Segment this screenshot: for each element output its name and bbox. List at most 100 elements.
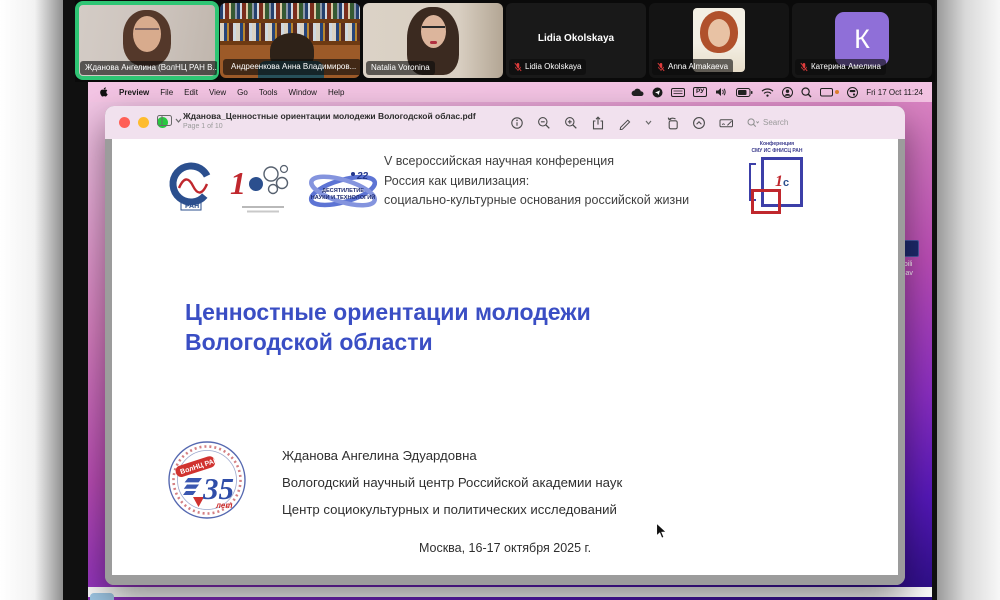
preview-toolbar: Search [510, 106, 788, 139]
menu-go[interactable]: Go [237, 88, 248, 97]
slide-title: Ценностные ориентации молодежи Вологодск… [185, 297, 591, 357]
svg-text:1: 1 [230, 165, 246, 201]
messenger-circle-icon[interactable] [652, 87, 663, 98]
keyboard-icon[interactable] [671, 88, 685, 97]
participant-name-badge: Natalia Voronina [366, 61, 435, 75]
shared-screen: Preview File Edit View Go Tools Window H… [88, 82, 932, 600]
battery-icon[interactable] [736, 88, 753, 97]
markup-dropdown-chevron[interactable] [645, 120, 652, 125]
display-status-dot [835, 90, 839, 94]
participants-strip: Жданова Ангелина (ВолНЦ РАН В... Андреен… [75, 0, 935, 82]
pdf-viewer-area[interactable]: РАН 1 [105, 139, 905, 585]
menu-help[interactable]: Help [328, 88, 344, 97]
participant-name-badge: Anna Almakaeva [652, 59, 733, 75]
bookshelf-detail [220, 3, 360, 19]
corner-caption: СМУ ИС ФНИСЦ РАН [735, 148, 819, 155]
menu-file[interactable]: File [160, 88, 173, 97]
conference-line: социально-культурные основания российско… [384, 191, 689, 211]
menu-window[interactable]: Window [289, 88, 317, 97]
onedrive-cloud-icon[interactable] [631, 88, 644, 97]
markup-button[interactable] [618, 116, 632, 130]
participant-name: Anna Almakaeva [668, 63, 728, 71]
svg-text:ДЕСЯТИЛЕТИЕ: ДЕСЯТИЛЕТИЕ [322, 188, 364, 194]
conference-line: Россия как цивилизация: [384, 172, 689, 192]
annotate-circle-button[interactable] [692, 116, 706, 130]
slide-date: Москва, 16-17 октября 2025 г. [112, 541, 898, 555]
glasses-detail [422, 26, 445, 34]
corner-logo-red-square [751, 189, 781, 214]
participant-name: Lidia Okolskaya [525, 63, 581, 71]
muted-mic-icon [514, 62, 522, 72]
participant-name: Андреенкова Анна Владимиров... [231, 63, 356, 71]
author-block: Жданова Ангелина Эдуардовна Вологодский … [282, 442, 622, 523]
page-indicator: Page 1 of 10 [183, 123, 476, 130]
chevron-down-icon [175, 118, 182, 123]
participant-tile-amelina[interactable]: К Катерина Амелина [792, 3, 932, 78]
fnisc-ran-logo: РАН [165, 158, 221, 216]
participant-tile-almakaeva[interactable]: Anna Almakaeva [649, 3, 789, 78]
svg-text:лет: лет [215, 501, 232, 510]
participant-tile-andreenkova[interactable]: Андреенкова Анна Владимиров... [220, 3, 360, 78]
control-center-icon[interactable] [847, 87, 858, 98]
share-button[interactable] [591, 116, 605, 130]
participant-tile-zhdanova[interactable]: Жданова Ангелина (ВолНЦ РАН В... [77, 3, 217, 78]
avatar-face [708, 19, 730, 47]
document-title-block: Жданова_Ценностные ориентации молодежи В… [183, 111, 476, 130]
spotlight-search-icon[interactable] [801, 87, 812, 98]
wifi-icon[interactable] [761, 88, 774, 97]
search-icon [747, 117, 759, 129]
menubar-clock[interactable]: Fri 17 Oct 11:24 [866, 88, 923, 97]
slide-title-line1: Ценностные ориентации молодежи [185, 297, 591, 327]
participant-center-name: Lidia Okolskaya [506, 33, 646, 44]
info-button[interactable] [510, 116, 524, 130]
account-icon[interactable] [782, 87, 793, 98]
participant-name-badge: Андреенкова Анна Владимиров... [223, 59, 360, 75]
display-icon[interactable] [820, 88, 833, 97]
lips-detail [430, 41, 437, 44]
glasses-detail [135, 28, 159, 35]
form-fill-button[interactable] [719, 116, 734, 130]
preview-window: Жданова_Ценностные ориентации молодежи В… [105, 106, 905, 585]
participant-tile-voronina[interactable]: Natalia Voronina [363, 3, 503, 78]
menubar-app-name[interactable]: Preview [119, 88, 149, 97]
zoom-out-button[interactable] [537, 116, 551, 130]
volume-icon[interactable] [715, 87, 728, 97]
menu-tools[interactable]: Tools [259, 88, 278, 97]
svg-text:22: 22 [356, 171, 369, 182]
close-button[interactable] [119, 117, 130, 128]
screenshot-root: Жданова Ангелина (ВолНЦ РАН В... Андреен… [0, 0, 1000, 600]
svg-text:РАН: РАН [185, 203, 199, 210]
background-window-left [0, 0, 63, 600]
svg-text:НАУКИ И ТЕХНОЛОГИЙ: НАУКИ И ТЕХНОЛОГИЙ [311, 193, 376, 201]
decade-science-logo: 22 ДЕСЯТИЛЕТИЕ НАУКИ И ТЕХНОЛОГИЙ [306, 166, 380, 216]
onec-letter: с [783, 177, 789, 189]
slide-title-line2: Вологодской области [185, 327, 591, 357]
macos-menubar: Preview File Edit View Go Tools Window H… [88, 82, 932, 102]
author-name: Жданова Ангелина Эдуардовна [282, 442, 622, 469]
participant-name-badge: Lidia Okolskaya [509, 59, 586, 75]
participant-name: Natalia Voronina [371, 64, 430, 72]
conference-header: V всероссийская научная конференция Росс… [384, 152, 689, 211]
input-language-badge[interactable]: РУ [693, 87, 707, 98]
zoom-in-button[interactable] [564, 116, 578, 130]
dock-peek-tab[interactable] [90, 593, 114, 600]
pdf-page: РАН 1 [112, 139, 898, 575]
sidebar-icon [157, 115, 172, 126]
search-field[interactable]: Search [747, 117, 788, 129]
participant-tile-okolskaya[interactable]: Lidia Okolskaya Lidia Okolskaya [506, 3, 646, 78]
avatar-initial: К [835, 12, 889, 66]
menu-view[interactable]: View [209, 88, 226, 97]
smu-1c-gears-logo: 1 [230, 156, 296, 216]
sidebar-toggle[interactable] [157, 115, 182, 126]
menu-edit[interactable]: Edit [184, 88, 198, 97]
muted-mic-icon [800, 62, 808, 72]
participant-name-badge: Катерина Амелина [795, 59, 886, 75]
participant-name-badge: Жданова Ангелина (ВолНЦ РАН В... [80, 61, 217, 75]
conference-line: V всероссийская научная конференция [384, 152, 689, 172]
document-title: Жданова_Ценностные ориентации молодежи В… [183, 111, 476, 121]
rotate-button[interactable] [665, 116, 679, 130]
corner-logo-squares: 1с [749, 157, 805, 215]
apple-menu-icon[interactable] [99, 87, 108, 98]
minimize-button[interactable] [138, 117, 149, 128]
author-affiliation: Вологодский научный центр Российской ака… [282, 469, 622, 496]
